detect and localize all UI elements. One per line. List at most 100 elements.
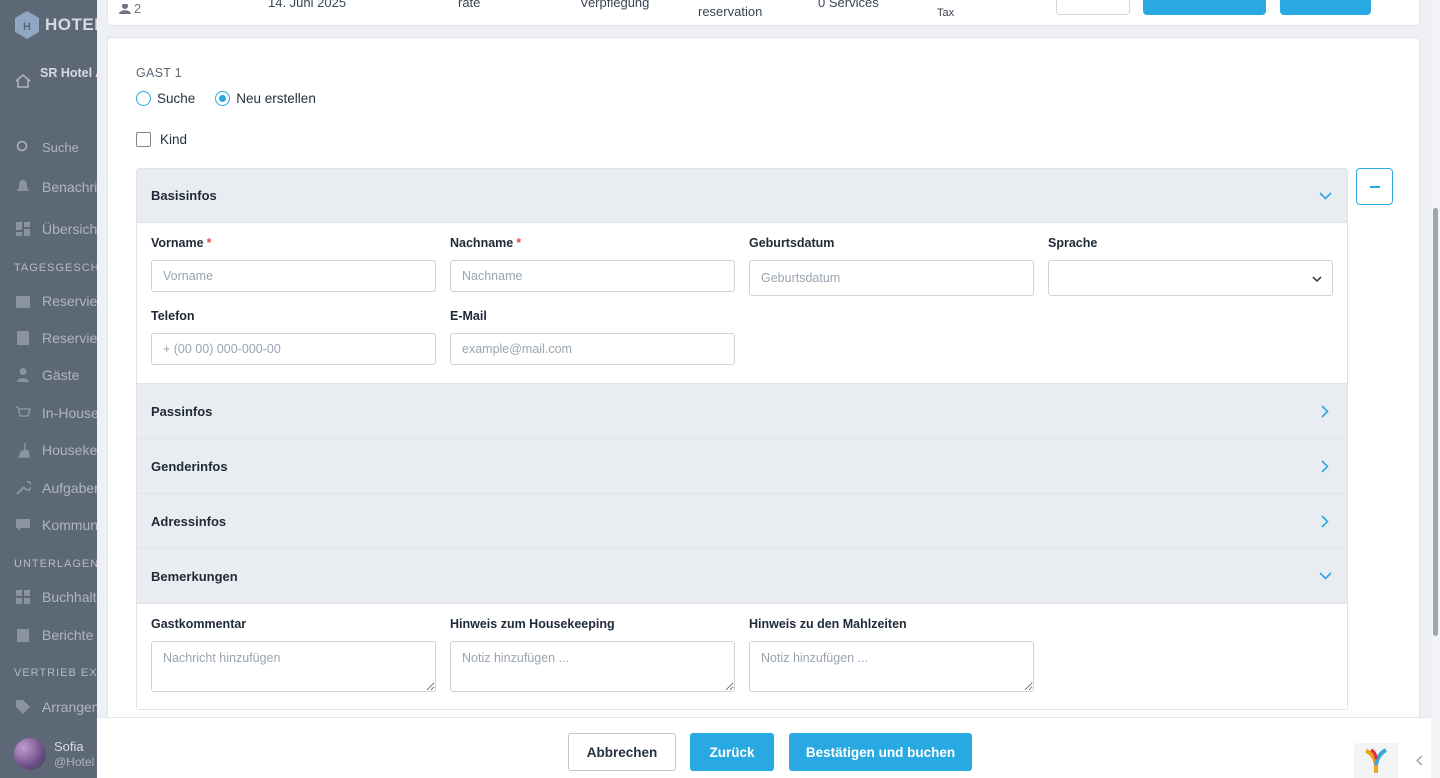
section-title: Bemerkungen [151, 568, 238, 584]
guest-comment-textarea[interactable] [151, 641, 436, 692]
checkbox-box[interactable] [136, 132, 151, 147]
sidebar-item-search[interactable]: Suche [14, 138, 79, 156]
sidebar-item-reservations[interactable]: Reservierungen [14, 292, 97, 310]
footer-action-bar: Abbrechen Zurück Bestätigen und buchen [97, 717, 1431, 778]
guest-mode-group: Suche Neu erstellen [136, 91, 316, 106]
checkbox-label: Kind [160, 132, 188, 147]
page-scrollbar[interactable] [1431, 0, 1440, 778]
sidebar: H HOTEL SR Hotel A GA Suche Benachrichti… [0, 0, 97, 778]
section-body-remarks: Gastkommentar Hinweis zum Housekeeping H… [137, 604, 1347, 709]
guest-comment-group: Gastkommentar [151, 617, 436, 697]
sidebar-item-reports[interactable]: Berichte [14, 626, 93, 644]
row-primary-button[interactable] [1143, 0, 1266, 15]
sidebar-item-label: Arrangements [42, 699, 97, 715]
housekeeping-note-textarea[interactable] [450, 641, 735, 692]
chevron-down-icon[interactable] [1317, 188, 1333, 204]
sidebar-item-arrangements[interactable]: Arrangements [14, 698, 97, 716]
sidebar-item-overview[interactable]: Übersicht [14, 220, 97, 238]
sidebar-item-housekeeping[interactable]: Housekeeping [14, 441, 97, 459]
guest-form-card: GAST 1 Suche Neu erstellen Kind Basisinf… [107, 37, 1420, 737]
tax-label: Tax [937, 7, 955, 19]
sidebar-item-label: Übersicht [42, 221, 97, 237]
sidebar-item-guests[interactable]: Gäste [14, 366, 79, 384]
sidebar-item-label: Reservierungen [42, 293, 97, 309]
rate-name: rate [458, 0, 481, 10]
email-group: E-Mail [450, 309, 735, 365]
chevron-down-icon[interactable] [1317, 568, 1333, 584]
avatar [14, 738, 46, 770]
section-header-basic[interactable]: Basisinfos [137, 169, 1347, 223]
section-header-passport[interactable]: Passinfos [137, 384, 1347, 439]
lastname-input[interactable] [450, 260, 735, 292]
yii-logo-icon [1365, 747, 1388, 773]
sidebar-item-communication[interactable]: Kommunikation [14, 516, 97, 534]
sidebar-item-in-house[interactable]: In-House [14, 404, 97, 422]
hotel-switcher[interactable]: SR Hotel A GA [14, 64, 97, 90]
radio-search[interactable]: Suche [136, 91, 195, 106]
section-title: Adressinfos [151, 513, 227, 529]
brand-logo[interactable]: H HOTEL [14, 10, 97, 40]
meals-note-label: Hinweis zu den Mahlzeiten [749, 617, 907, 631]
remove-guest-button[interactable] [1356, 168, 1393, 205]
hotel-logo-icon: H [15, 11, 39, 39]
reservation-type: reservation [698, 4, 763, 19]
required-marker: * [516, 236, 522, 250]
language-label: Sprache [1048, 236, 1098, 250]
lastname-label: Nachname * [450, 236, 522, 250]
user-profile[interactable]: Sofia @Hotel [14, 738, 94, 770]
minus-icon [1369, 185, 1380, 188]
phone-label: Telefon [151, 309, 195, 323]
firstname-input[interactable] [151, 260, 436, 292]
row-secondary-button[interactable] [1280, 0, 1371, 15]
board-type: Verpflegung [580, 0, 650, 10]
sidebar-item-tasks[interactable]: Aufgaben [14, 479, 97, 497]
chat-icon [14, 516, 32, 534]
row-action-button[interactable] [1056, 0, 1130, 15]
section-header-address[interactable]: Adressinfos [137, 494, 1347, 549]
child-checkbox[interactable]: Kind [136, 132, 187, 147]
phone-group: Telefon [151, 309, 436, 365]
user-icon [119, 3, 131, 14]
sidebar-item-label: Suche [42, 139, 79, 155]
sidebar-item-accounting[interactable]: Buchhaltung [14, 588, 97, 606]
radio-create-new[interactable]: Neu erstellen [215, 91, 316, 106]
language-group: Sprache [1048, 236, 1333, 296]
user-name: Sofia [54, 739, 84, 754]
phone-input[interactable] [151, 333, 436, 365]
section-title: Passinfos [151, 403, 213, 419]
cart-icon [14, 404, 32, 422]
sidebar-item-notifications[interactable]: Benachrichtigungen [14, 178, 97, 196]
radio-indicator[interactable] [136, 91, 151, 106]
section-header-remarks[interactable]: Bemerkungen [137, 549, 1347, 604]
confirm-book-button[interactable]: Bestätigen und buchen [789, 733, 972, 771]
guest-details-accordion: Basisinfos Vorname* Nachname* Geburtsdat… [136, 168, 1348, 710]
debug-toolbar-logo[interactable] [1354, 743, 1398, 778]
scrollbar-thumb[interactable] [1433, 208, 1438, 636]
email-input[interactable] [450, 333, 735, 365]
chevron-right-icon[interactable] [1317, 513, 1333, 529]
chevron-right-icon[interactable] [1317, 458, 1333, 474]
hotel-name: SR Hotel A GA [40, 66, 97, 80]
sidebar-item-label: Gäste [42, 367, 80, 383]
sidebar-section-title: UNTERLAGEN [14, 558, 97, 570]
sidebar-item-label: Berichte [42, 627, 94, 643]
section-header-gender[interactable]: Genderinfos [137, 439, 1347, 494]
required-marker: * [206, 236, 212, 250]
birthdate-input[interactable] [749, 260, 1034, 296]
sidebar-item-reservation-list[interactable]: Reservierungsliste [14, 329, 97, 347]
services-count: 0 Services [818, 0, 879, 10]
bell-icon [14, 178, 32, 196]
grid-icon [14, 588, 32, 606]
email-label: E-Mail [450, 309, 487, 323]
radio-label: Neu erstellen [236, 91, 316, 106]
cancel-button[interactable]: Abbrechen [568, 733, 676, 771]
meals-note-textarea[interactable] [749, 641, 1034, 692]
radio-indicator[interactable] [215, 91, 231, 106]
clipboard-icon [14, 626, 32, 644]
housekeeping-note-label: Hinweis zum Housekeeping [450, 617, 615, 631]
sidebar-item-label: Benachrichtigungen [42, 179, 97, 195]
back-button[interactable]: Zurück [690, 733, 774, 771]
chevron-right-icon[interactable] [1317, 403, 1333, 419]
firstname-group: Vorname * [151, 236, 436, 292]
language-select[interactable] [1048, 260, 1333, 296]
